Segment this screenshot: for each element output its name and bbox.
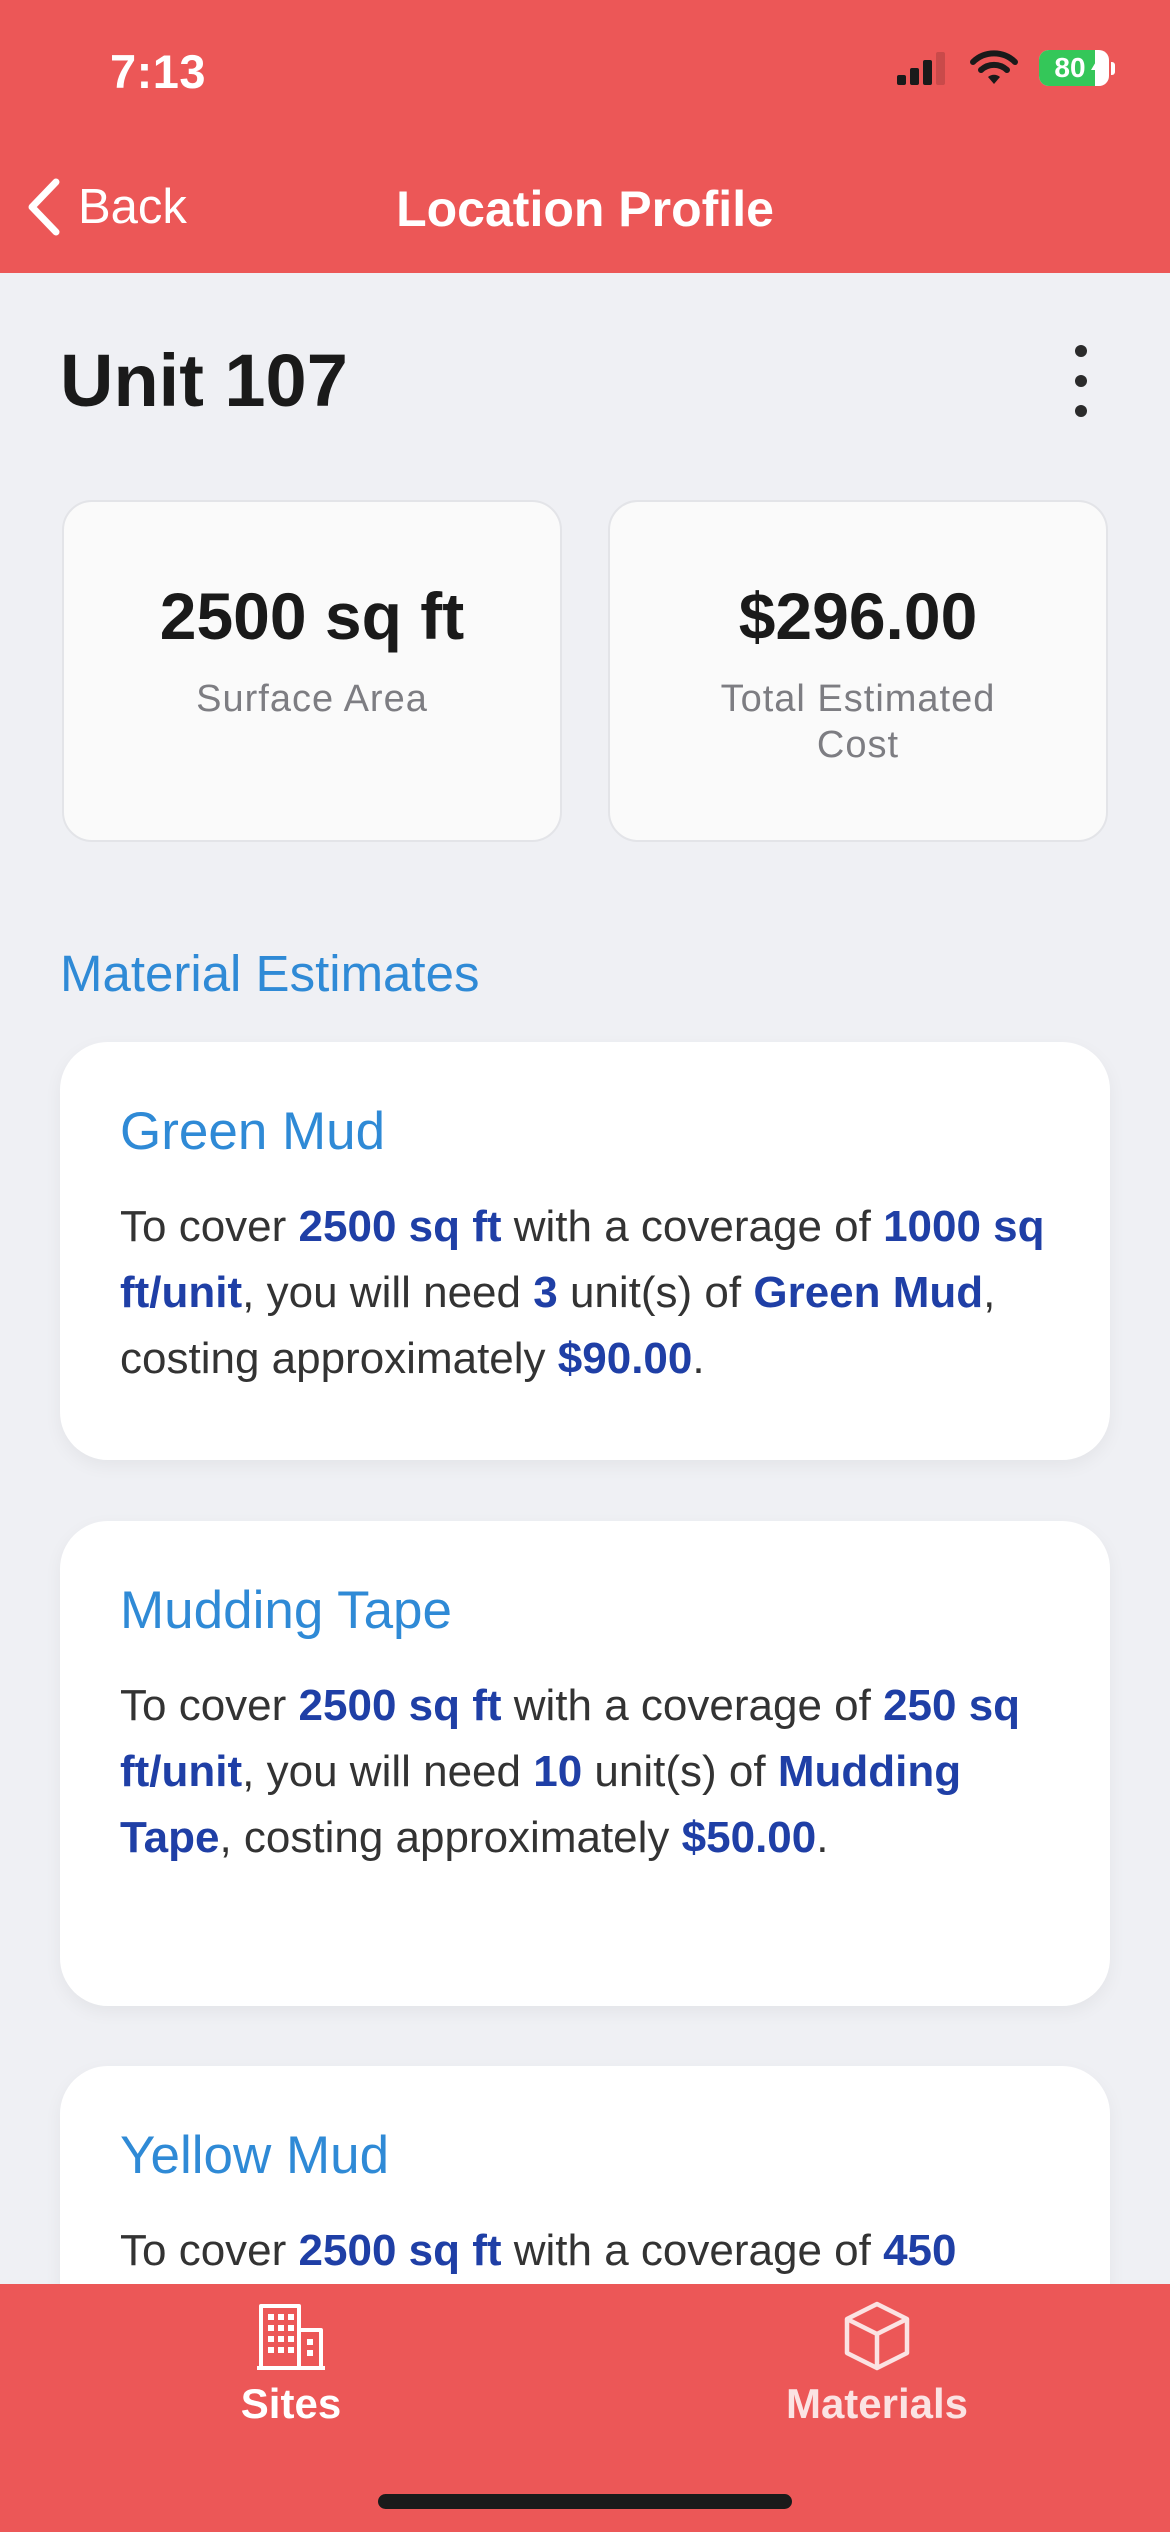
more-options-button[interactable] — [1064, 345, 1098, 417]
battery-percentage: 80 — [1054, 52, 1086, 83]
tab-sites-label: Sites — [240, 2380, 342, 2427]
material-name: Mudding Tape — [120, 1581, 453, 1640]
area-value: 2500 sq ft — [298, 1202, 502, 1251]
area-value: 2500 sq ft — [298, 2226, 502, 2275]
wifi-icon — [970, 50, 1018, 84]
more-dot — [1075, 375, 1087, 387]
surface-area-value: 2500 sq ft — [159, 579, 465, 653]
material-ref: Green Mud — [753, 1268, 984, 1317]
material-description: To cover 2500 sq ft with a coverage of 1… — [120, 1202, 1045, 1383]
home-indicator[interactable] — [378, 2494, 792, 2509]
building-icon — [257, 2304, 325, 2370]
status-icons: 80 — [897, 50, 1115, 86]
more-dot — [1075, 345, 1087, 357]
total-cost-value: $296.00 — [738, 579, 978, 653]
cellular-signal-icon — [897, 52, 945, 85]
nav-title: Location Profile — [396, 181, 774, 237]
material-card-mudding-tape[interactable]: Mudding Tape To cover 2500 sq ft with a … — [60, 1521, 1110, 2006]
cube-icon — [844, 2301, 910, 2371]
cost-value: $90.00 — [557, 1334, 693, 1383]
units-value: 3 — [533, 1268, 558, 1317]
section-title: Material Estimates — [60, 945, 480, 1002]
surface-area-card: 2500 sq ft Surface Area — [62, 500, 562, 842]
charging-bolt-icon — [1091, 55, 1105, 81]
battery-cap — [1111, 61, 1115, 75]
tab-materials[interactable]: Materials — [712, 2300, 1042, 2450]
battery-icon: 80 — [1039, 50, 1109, 86]
area-value: 2500 sq ft — [298, 1681, 502, 1730]
material-description: To cover 2500 sq ft with a coverage of 2… — [120, 1681, 1021, 1862]
more-dot — [1075, 405, 1087, 417]
total-cost-label: Total Estimated Cost — [720, 678, 996, 766]
tab-materials-label: Materials — [785, 2380, 969, 2427]
surface-area-label: Surface Area — [196, 678, 428, 720]
material-card-green-mud[interactable]: Green Mud To cover 2500 sq ft with a cov… — [60, 1042, 1110, 1460]
total-cost-card: $296.00 Total Estimated Cost — [608, 500, 1108, 842]
app-header: 7:13 80 Back Location Profile — [0, 0, 1170, 273]
tab-sites[interactable]: Sites — [126, 2300, 456, 2450]
cost-value: $50.00 — [681, 1813, 817, 1862]
material-name: Green Mud — [120, 1102, 386, 1161]
material-name: Yellow Mud — [120, 2126, 390, 2185]
page-title: Unit 107 — [60, 339, 348, 422]
coverage-value: 450 — [883, 2226, 957, 2275]
material-description: To cover 2500 sq ft with a coverage of 4… — [120, 2226, 957, 2275]
battery-indicator: 80 — [1039, 50, 1115, 86]
status-time: 7:13 — [110, 45, 207, 98]
units-value: 10 — [533, 1747, 583, 1796]
